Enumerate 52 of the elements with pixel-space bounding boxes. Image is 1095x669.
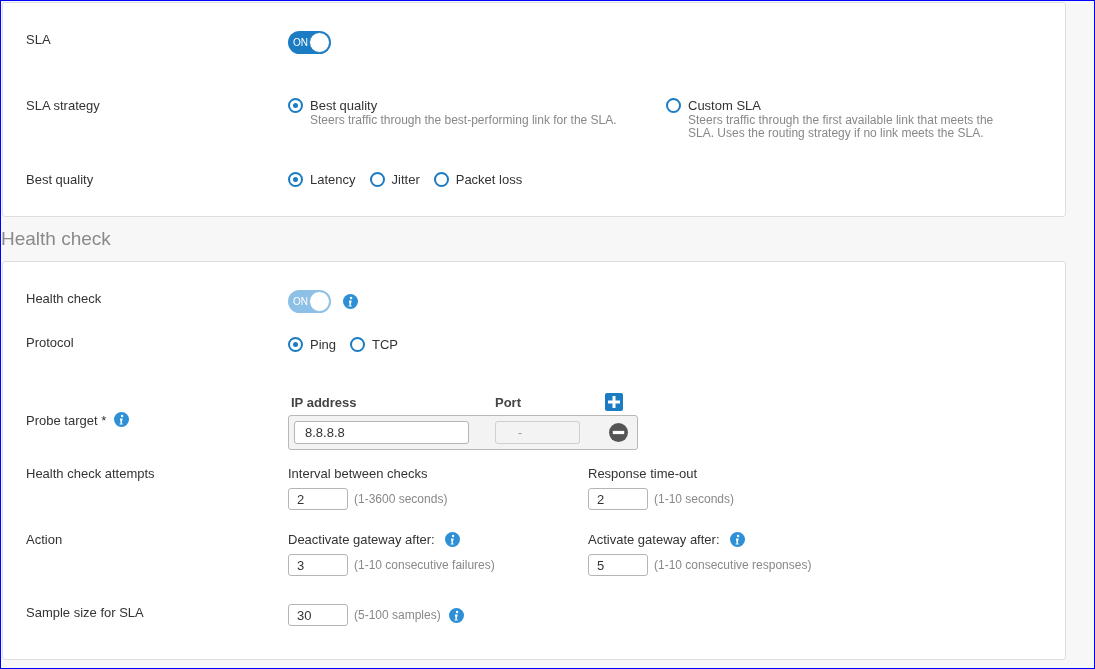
info-icon[interactable] <box>729 532 745 547</box>
field-label: Sample size for SLA <box>26 604 144 621</box>
info-icon[interactable] <box>343 294 358 309</box>
radio-button[interactable] <box>433 172 449 187</box>
field-label: Response time-out <box>588 465 698 482</box>
option-label[interactable]: Ping <box>310 336 337 353</box>
field-label: Probe target * <box>26 411 107 429</box>
field-label: Health check <box>26 290 102 307</box>
radio-button[interactable] <box>350 337 366 352</box>
radio-button[interactable] <box>288 98 303 113</box>
field-label: SLA <box>26 31 51 48</box>
number-input[interactable]: 2 <box>588 488 648 510</box>
column-header: IP address <box>291 393 358 412</box>
radio-button[interactable] <box>288 337 303 352</box>
radio-button[interactable] <box>369 172 385 187</box>
range-hint: (1-10 consecutive failures) <box>354 557 495 574</box>
number-input[interactable]: 5 <box>588 554 648 576</box>
option-description: Steers traffic through the best-performing link for the SLA. <box>310 114 617 127</box>
field-label: Interval between checks <box>288 465 428 482</box>
range-hint: (5-100 samples) <box>354 607 441 624</box>
info-icon[interactable] <box>448 607 464 623</box>
add-button[interactable] <box>605 393 623 411</box>
field-label: Best quality <box>26 171 94 188</box>
section-heading: Health check <box>1 226 111 251</box>
field-label: SLA strategy <box>26 97 100 114</box>
number-input[interactable]: 2 <box>288 488 348 510</box>
number-input[interactable]: 30 <box>288 604 348 626</box>
radio-button[interactable] <box>288 172 303 187</box>
option-label[interactable]: Jitter <box>391 171 420 188</box>
range-hint: (1-10 seconds) <box>654 491 735 508</box>
info-icon[interactable] <box>444 532 460 547</box>
range-hint: (1-10 consecutive responses) <box>654 557 812 574</box>
range-hint: (1-3600 seconds) <box>354 491 448 508</box>
plus-icon <box>608 396 620 408</box>
option-description: Steers traffic through the first available link that meets the SLA. Uses the routing strategy if no link meets the SLA. <box>688 114 995 140</box>
option-label[interactable]: Best quality <box>310 97 617 114</box>
remove-icon[interactable] <box>609 423 628 442</box>
field-label: Activate gateway after: <box>588 531 720 548</box>
field-label: Health check attempts <box>26 465 155 482</box>
option-label[interactable]: TCP <box>372 336 399 353</box>
option-label[interactable]: Packet loss <box>455 171 523 188</box>
field-label: Action <box>26 531 63 548</box>
radio-button[interactable] <box>666 98 681 113</box>
column-header: Port <box>495 393 522 412</box>
field-label: Deactivate gateway after: <box>288 531 435 548</box>
info-icon[interactable] <box>114 411 130 427</box>
option-label[interactable]: Custom SLA <box>688 97 1006 114</box>
field-label: Protocol <box>26 334 74 351</box>
option-label[interactable]: Latency <box>310 171 356 188</box>
number-input[interactable]: 3 <box>288 554 348 576</box>
toggle-switch[interactable]: ON <box>288 31 331 54</box>
ip-address-input[interactable]: 8.8.8.8 <box>294 421 469 444</box>
